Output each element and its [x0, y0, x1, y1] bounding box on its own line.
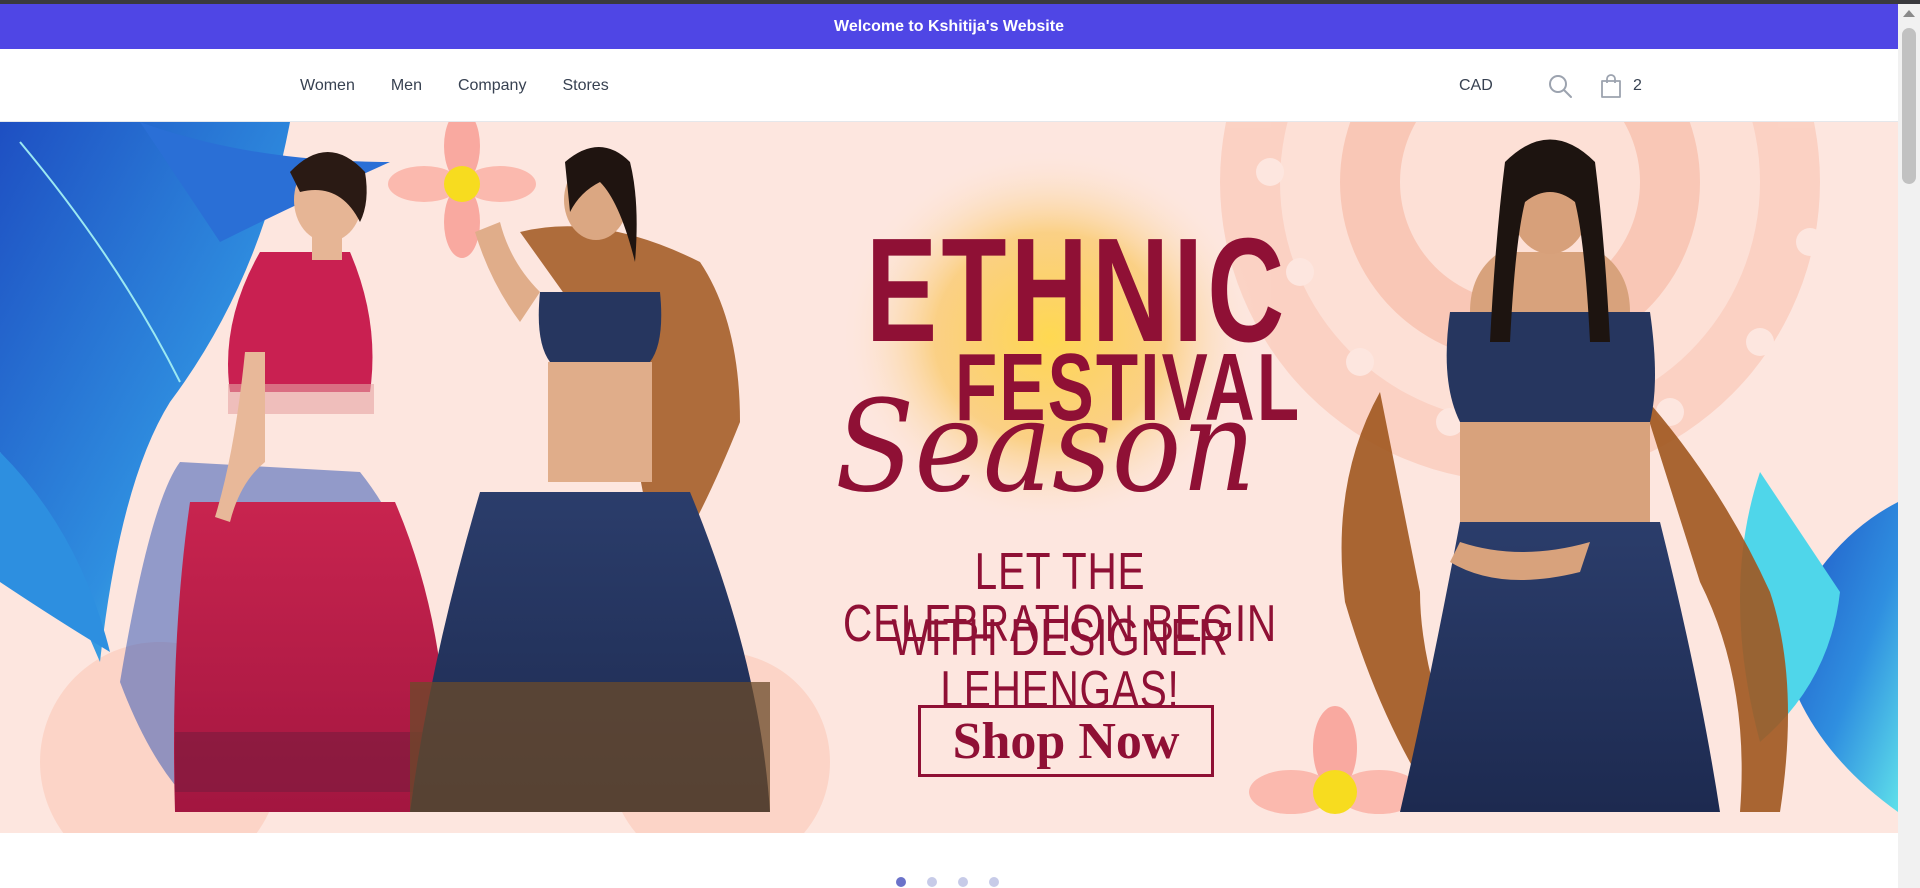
shop-now-button[interactable]: Shop Now	[918, 705, 1214, 777]
carousel-dots	[896, 877, 999, 887]
nav-link-women[interactable]: Women	[300, 77, 355, 95]
carousel-dot[interactable]	[989, 877, 999, 887]
scrollbar-thumb[interactable]	[1902, 28, 1916, 184]
main-navigation: Women Men Company Stores CAD 2	[0, 49, 1898, 122]
scroll-up-arrow-icon[interactable]	[1903, 10, 1915, 17]
page: Welcome to Kshitija's Website Women Men …	[0, 0, 1920, 888]
hero-banner[interactable]: ETHNIC FESTIVAL Season LET THE CELEBRATI…	[0, 122, 1898, 833]
hero-title-season: Season	[835, 373, 1257, 520]
announcement-text: Welcome to Kshitija's Website	[834, 17, 1064, 35]
search-button[interactable]	[1539, 65, 1581, 107]
hero-subtitle-line2: WITH DESIGNER LEHENGAS!	[891, 609, 1229, 719]
search-icon	[1549, 74, 1572, 98]
nav-link-company[interactable]: Company	[458, 77, 526, 95]
currency-selector[interactable]: CAD	[1459, 77, 1539, 95]
nav-links: Women Men Company Stores	[300, 49, 609, 122]
cart-button[interactable]: 2	[1599, 73, 1642, 99]
vertical-scrollbar[interactable]	[1898, 4, 1920, 888]
nav-actions: CAD 2	[1459, 49, 1642, 122]
carousel-dot[interactable]	[958, 877, 968, 887]
shopping-bag-icon	[1601, 73, 1621, 98]
cart-count: 2	[1633, 76, 1642, 94]
nav-link-stores[interactable]: Stores	[562, 77, 608, 95]
carousel-dot[interactable]	[927, 877, 937, 887]
announcement-bar: Welcome to Kshitija's Website	[0, 4, 1898, 49]
carousel-dot[interactable]	[896, 877, 906, 887]
nav-link-men[interactable]: Men	[391, 77, 422, 95]
